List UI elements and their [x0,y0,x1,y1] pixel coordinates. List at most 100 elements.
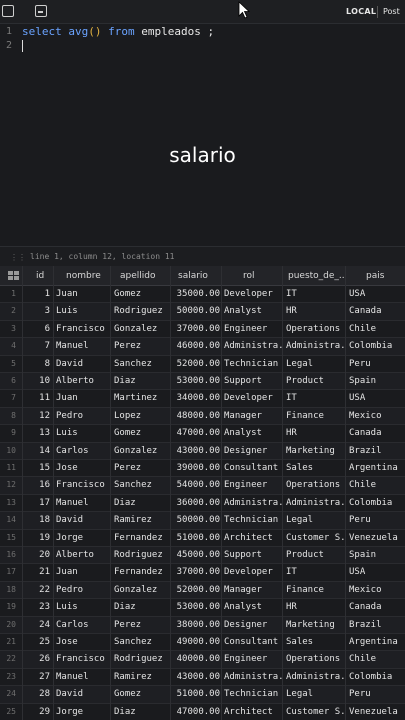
column-header-nombre[interactable]: nombre [66,271,106,281]
cell-pais[interactable]: Argentina [349,637,405,647]
cell-id[interactable]: 12 [24,411,50,421]
cell-nombre[interactable]: Manuel [56,341,110,351]
cell-id[interactable]: 6 [24,324,50,334]
cell-nombre[interactable]: David [56,689,110,699]
cell-puesto[interactable]: IT [286,393,344,403]
connection-label[interactable]: Post [383,7,400,16]
cell-nombre[interactable]: Alberto [56,550,110,560]
cell-puesto[interactable]: Marketing [286,446,344,456]
cell-nombre[interactable]: Juan [56,289,110,299]
cell-id[interactable]: 18 [24,515,50,525]
cell-nombre[interactable]: David [56,515,110,525]
cell-rol[interactable]: Engineer [224,654,282,664]
cell-apellido[interactable]: Gomez [114,689,170,699]
cell-apellido[interactable]: Sanchez [114,480,170,490]
cell-puesto[interactable]: IT [286,567,344,577]
cell-apellido[interactable]: Ramirez [114,672,170,682]
cell-apellido[interactable]: Sanchez [114,359,170,369]
panel-toggle-icon[interactable] [35,5,47,17]
cell-puesto[interactable]: HR [286,306,344,316]
cell-nombre[interactable]: Carlos [56,446,110,456]
cell-id[interactable]: 22 [24,585,50,595]
cell-salario[interactable]: 51000.00 [172,689,220,699]
cell-puesto[interactable]: Finance [286,585,344,595]
cell-salario[interactable]: 47000.00 [172,707,220,717]
cell-rol[interactable]: Architect [224,707,282,717]
cell-salario[interactable]: 49000.00 [172,637,220,647]
cell-salario[interactable]: 50000.00 [172,515,220,525]
cell-nombre[interactable]: David [56,359,110,369]
cell-puesto[interactable]: Legal [286,515,344,525]
sql-code-line[interactable]: select avg() from empleados ; [22,25,214,38]
cell-puesto[interactable]: Sales [286,637,344,647]
results-grid[interactable]: id nombre apellido salario rol puesto_de… [0,266,405,720]
cell-rol[interactable]: Designer [224,446,282,456]
cell-salario[interactable]: 39000.00 [172,463,220,473]
cell-nombre[interactable]: Carlos [56,620,110,630]
cell-salario[interactable]: 51000.00 [172,533,220,543]
cell-apellido[interactable]: Fernandez [114,567,170,577]
cell-rol[interactable]: Technician [224,515,282,525]
column-header-puesto[interactable]: puesto_de_... [288,271,344,281]
cell-pais[interactable]: Brazil [349,446,405,456]
cell-id[interactable]: 7 [24,341,50,351]
cell-puesto[interactable]: Finance [286,411,344,421]
table-grid-icon[interactable] [8,271,20,281]
cell-nombre[interactable]: Manuel [56,672,110,682]
cell-salario[interactable]: 36000.00 [172,498,220,508]
column-header-salario[interactable]: salario [178,271,218,281]
cell-salario[interactable]: 46000.00 [172,341,220,351]
column-header-rol[interactable]: rol [243,271,273,281]
sql-editor[interactable]: 1 2 select avg() from empleados ; [0,24,405,246]
cell-id[interactable]: 15 [24,463,50,473]
cell-rol[interactable]: Developer [224,393,282,403]
cell-puesto[interactable]: Sales [286,463,344,473]
cell-nombre[interactable]: Francisco [56,480,110,490]
cell-pais[interactable]: Canada [349,602,405,612]
cell-apellido[interactable]: Sanchez [114,637,170,647]
cell-nombre[interactable]: Luis [56,306,110,316]
cell-id[interactable]: 8 [24,359,50,369]
cell-rol[interactable]: Designer [224,620,282,630]
cell-id[interactable]: 21 [24,567,50,577]
cell-nombre[interactable]: Pedro [56,585,110,595]
cell-apellido[interactable]: Perez [114,620,170,630]
cell-pais[interactable]: Canada [349,306,405,316]
cell-rol[interactable]: Manager [224,411,282,421]
cell-pais[interactable]: Spain [349,550,405,560]
cell-salario[interactable]: 53000.00 [172,376,220,386]
cell-apellido[interactable]: Diaz [114,376,170,386]
cell-puesto[interactable]: Administra... [286,672,344,682]
cell-puesto[interactable]: Product [286,376,344,386]
cell-puesto[interactable]: HR [286,428,344,438]
cell-rol[interactable]: Developer [224,289,282,299]
cell-salario[interactable]: 45000.00 [172,550,220,560]
cell-id[interactable]: 26 [24,654,50,664]
cell-nombre[interactable]: Jorge [56,533,110,543]
cell-puesto[interactable]: Operations [286,480,344,490]
cell-salario[interactable]: 43000.00 [172,672,220,682]
cell-rol[interactable]: Developer [224,567,282,577]
cell-rol[interactable]: Technician [224,689,282,699]
cell-rol[interactable]: Engineer [224,480,282,490]
cell-salario[interactable]: 40000.00 [172,654,220,664]
cell-id[interactable]: 3 [24,306,50,316]
cell-puesto[interactable]: HR [286,602,344,612]
cell-pais[interactable]: Spain [349,376,405,386]
cell-salario[interactable]: 43000.00 [172,446,220,456]
cell-apellido[interactable]: Gomez [114,428,170,438]
cell-apellido[interactable]: Rodriguez [114,654,170,664]
cell-rol[interactable]: Technician [224,359,282,369]
cell-pais[interactable]: Mexico [349,411,405,421]
cell-pais[interactable]: Venezuela [349,707,405,717]
cell-salario[interactable]: 48000.00 [172,411,220,421]
cell-pais[interactable]: Chile [349,654,405,664]
cell-salario[interactable]: 52000.00 [172,585,220,595]
cell-id[interactable]: 1 [24,289,50,299]
cell-salario[interactable]: 53000.00 [172,602,220,612]
drag-handle-icon[interactable]: ⋮⋮ [10,253,26,262]
cell-id[interactable]: 13 [24,428,50,438]
cell-nombre[interactable]: Francisco [56,324,110,334]
cell-pais[interactable]: Argentina [349,463,405,473]
cell-salario[interactable]: 34000.00 [172,393,220,403]
